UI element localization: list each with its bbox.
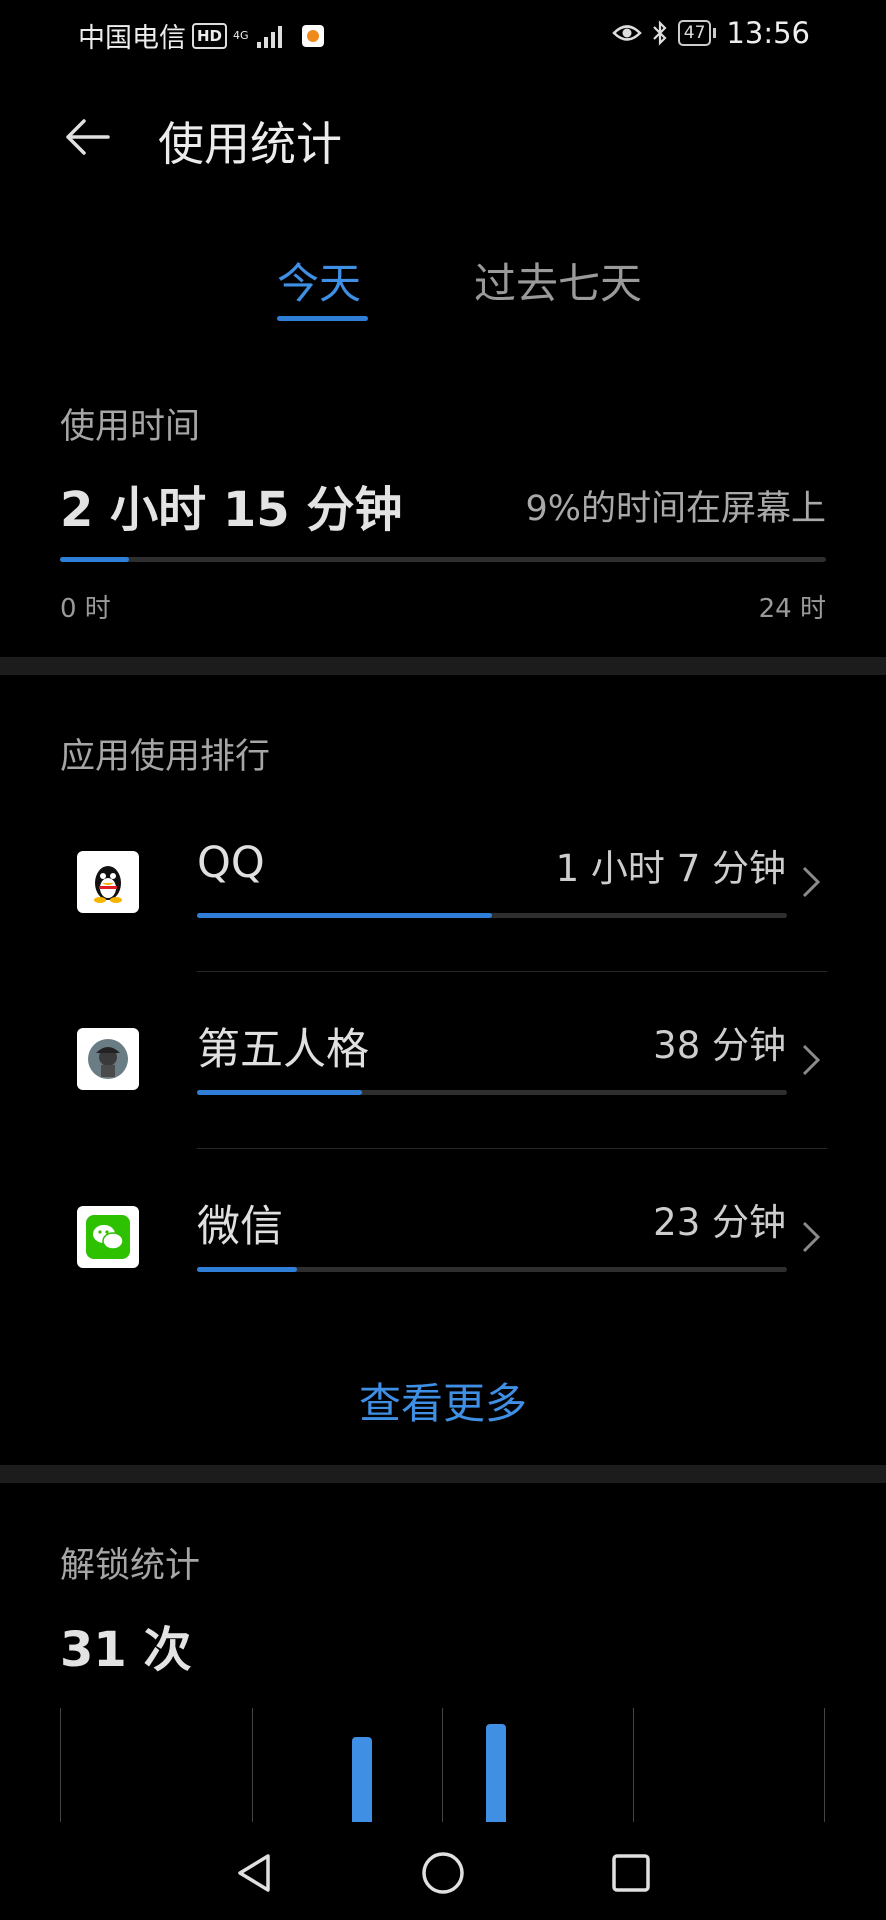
app-progress-track [197,913,787,918]
signal-icon [256,24,282,48]
battery-icon: 47 [677,20,717,46]
chart-gridline [633,1708,634,1822]
unlock-count: 31 次 [60,1622,192,1678]
bluetooth-icon [653,20,667,46]
active-tab-indicator [277,316,368,321]
section-divider [0,657,886,675]
network-type: 4G [233,29,249,42]
chart-gridline [442,1708,443,1822]
identity-v-icon [77,1028,139,1090]
notification-app-icon [301,24,324,47]
app-progress-fill [197,1267,298,1272]
status-bar: 中国电信 HD 4G 47 13:56 [0,0,886,70]
back-arrow-icon[interactable] [62,112,112,162]
unlock-chart-bar [352,1737,372,1822]
app-name: QQ [197,838,265,888]
system-nav-bar [0,1840,886,1920]
chevron-right-icon [802,1221,821,1253]
recents-square-icon[interactable] [609,1850,653,1896]
carrier-name: 中国电信 [78,23,186,54]
clock: 13:56 [726,16,810,50]
back-triangle-icon[interactable] [232,1850,276,1896]
view-more-link[interactable]: 查看更多 [0,1370,886,1431]
app-ranking-label: 应用使用排行 [60,737,271,777]
unlock-chart-bar [486,1724,506,1822]
usage-time-label: 使用时间 [60,407,201,447]
app-time: 1 小时 7 分钟 [555,847,786,890]
tab-past-seven-days[interactable]: 过去七天 [474,250,642,311]
eye-comfort-icon [612,25,642,41]
chart-gridline [60,1708,61,1822]
row-divider [197,971,827,972]
wechat-icon [77,1206,139,1268]
chevron-right-icon [802,866,821,898]
screen-share-text: 9%的时间在屏幕上 [525,489,826,529]
hd-badge: HD [192,22,228,49]
axis-end-label: 24 时 [758,594,826,624]
battery-level: 47 [677,20,712,46]
usage-progress-fill [60,557,129,562]
chevron-right-icon [802,1044,821,1076]
usage-total: 2 小时 15 分钟 [60,482,403,538]
usage-progress-track [60,557,826,562]
section-divider [0,1465,886,1483]
axis-start-label: 0 时 [60,594,111,624]
app-progress-track [197,1090,787,1095]
app-progress-fill [197,1090,363,1095]
chart-gridline [824,1708,825,1822]
qq-penguin-icon [77,851,139,913]
app-progress-track [197,1267,787,1272]
row-divider [197,1148,827,1149]
app-name: 第五人格 [197,1025,369,1075]
app-time: 23 分钟 [653,1201,786,1244]
page-title: 使用统计 [158,117,342,171]
app-name: 微信 [197,1202,283,1252]
home-circle-icon[interactable] [420,1850,466,1896]
app-time: 38 分钟 [653,1024,786,1067]
tab-today[interactable]: 今天 [277,250,361,311]
app-progress-fill [197,913,492,918]
unlock-stats-label: 解锁统计 [60,1546,201,1586]
chart-gridline [252,1708,253,1822]
